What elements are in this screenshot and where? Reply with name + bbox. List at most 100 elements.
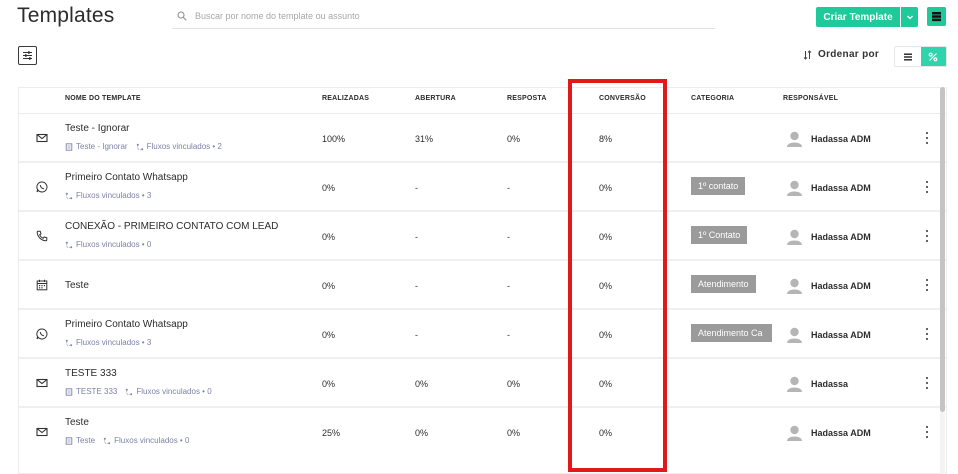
mail-icon	[36, 377, 48, 389]
owner-name: Hadassa ADM	[811, 134, 871, 144]
header-reply[interactable]: RESPOSTA	[507, 95, 547, 102]
row-menu-icon[interactable]	[924, 230, 930, 242]
template-meta: Teste Fluxos vinculados • 0	[65, 436, 189, 445]
template-reference: Teste - Ignorar	[76, 142, 128, 151]
list-icon	[903, 53, 912, 60]
template-meta: TESTE 333 Fluxos vinculados • 0	[65, 387, 212, 396]
header-owner[interactable]: RESPONSÁVEL	[783, 95, 838, 102]
flow-icon	[126, 388, 133, 395]
search-input[interactable]	[195, 11, 675, 21]
row-menu-icon[interactable]	[924, 426, 930, 438]
page-title: Templates	[17, 4, 115, 27]
stats-view-button[interactable]	[920, 47, 946, 66]
template-name[interactable]: Primeiro Contato Whatsapp	[65, 172, 188, 183]
template-meta: Teste - Ignorar Fluxos vinculados • 2	[65, 142, 222, 151]
template-name[interactable]: Primeiro Contato Whatsapp	[65, 319, 188, 330]
reply-value: -	[507, 281, 510, 291]
row-menu-icon[interactable]	[924, 377, 930, 389]
linked-flows[interactable]: Fluxos vinculados • 0	[76, 240, 151, 249]
linked-flows[interactable]: Fluxos vinculados • 2	[147, 142, 222, 151]
flow-icon	[65, 339, 73, 346]
create-template-button[interactable]: Criar Template	[816, 7, 900, 27]
done-value: 100%	[322, 134, 346, 144]
reply-value: -	[507, 232, 510, 242]
phone-icon	[36, 230, 48, 242]
row-menu-icon[interactable]	[924, 328, 930, 340]
done-value: 0%	[322, 379, 336, 389]
view-toggle	[894, 46, 947, 67]
linked-flows[interactable]: Fluxos vinculados • 3	[76, 338, 151, 347]
reply-value: 0%	[507, 379, 521, 389]
owner-name: Hadassa	[811, 379, 849, 389]
scrollbar-thumb[interactable]	[940, 87, 945, 412]
mail-icon	[36, 132, 48, 144]
reply-value: 0%	[507, 428, 521, 438]
linked-flows[interactable]: Fluxos vinculados • 3	[76, 191, 151, 200]
chevron-down-icon	[906, 15, 913, 20]
layout-button[interactable]	[927, 7, 946, 26]
category-tag: Atendimento	[691, 275, 756, 293]
owner-name: Hadassa ADM	[811, 232, 871, 242]
table-row[interactable]: Primeiro Contato Whatsapp Fluxos vincula…	[19, 310, 946, 359]
avatar	[786, 326, 803, 343]
category-tag: 1º Contato	[691, 226, 748, 244]
template-name[interactable]: Teste - Ignorar	[65, 123, 129, 134]
avatar	[786, 277, 803, 294]
avatar	[786, 130, 803, 147]
document-icon	[65, 436, 73, 445]
open-value: 0%	[415, 428, 429, 438]
table-row[interactable]: Teste - Ignorar Teste - Ignorar Fluxos v…	[19, 114, 946, 163]
whatsapp-icon	[36, 328, 48, 340]
template-reference: Teste	[76, 436, 96, 445]
create-options-dropdown[interactable]	[901, 7, 918, 27]
template-name[interactable]: Teste	[65, 417, 89, 428]
avatar	[786, 375, 803, 392]
sort-label: Ordenar por	[818, 49, 880, 60]
open-value: -	[415, 183, 418, 193]
table-row[interactable]: CONEXÃO - PRIMEIRO CONTATO COM LEAD Flux…	[19, 212, 946, 261]
reply-value: -	[507, 183, 510, 193]
avatar	[786, 179, 803, 196]
search-icon	[177, 11, 187, 21]
reply-value: -	[507, 330, 510, 340]
template-name[interactable]: Teste	[65, 280, 89, 291]
header-name[interactable]: NOME DO TEMPLATE	[65, 95, 141, 102]
category-tag: Atendimento Ca	[691, 324, 772, 342]
done-value: 0%	[322, 330, 336, 340]
document-icon	[65, 387, 73, 396]
open-value: -	[415, 281, 418, 291]
table-row[interactable]: TESTE 333 TESTE 333 Fluxos vinculados • …	[19, 359, 946, 408]
owner-name: Hadassa ADM	[811, 330, 871, 340]
sort-button[interactable]: Ordenar por	[803, 49, 879, 60]
header-open[interactable]: ABERTURA	[415, 95, 456, 102]
mail-icon	[36, 426, 48, 438]
open-value: 0%	[415, 379, 429, 389]
flow-icon	[136, 143, 143, 150]
list-view-button[interactable]	[895, 47, 921, 66]
flow-icon	[65, 192, 73, 199]
template-name[interactable]: CONEXÃO - PRIMEIRO CONTATO COM LEAD	[65, 221, 278, 232]
conversion-column-highlight	[568, 79, 667, 472]
owner-name: Hadassa ADM	[811, 428, 871, 438]
linked-flows[interactable]: Fluxos vinculados • 0	[136, 387, 211, 396]
owner-name: Hadassa ADM	[811, 183, 871, 193]
sliders-icon	[23, 51, 32, 60]
row-menu-icon[interactable]	[924, 132, 930, 144]
done-value: 0%	[322, 281, 336, 291]
row-menu-icon[interactable]	[924, 279, 930, 291]
linked-flows[interactable]: Fluxos vinculados • 0	[114, 436, 189, 445]
table-row[interactable]: Teste 0% - - 0% Atendimento Hadassa ADM	[19, 261, 946, 310]
filter-button[interactable]	[18, 46, 37, 65]
header-category[interactable]: CATEGORIA	[691, 95, 734, 102]
table-row[interactable]: Primeiro Contato Whatsapp Fluxos vincula…	[19, 163, 946, 212]
search-bar[interactable]	[172, 4, 715, 29]
table-row[interactable]: Teste Teste Fluxos vinculados • 0 25% 0%…	[19, 408, 946, 457]
table-header: NOME DO TEMPLATE REALIZADAS ABERTURA RES…	[19, 88, 946, 114]
row-menu-icon[interactable]	[924, 181, 930, 193]
avatar	[786, 228, 803, 245]
header-done[interactable]: REALIZADAS	[322, 95, 369, 102]
reply-value: 0%	[507, 134, 521, 144]
template-name[interactable]: TESTE 333	[65, 368, 117, 379]
avatar	[786, 424, 803, 441]
done-value: 0%	[322, 183, 336, 193]
